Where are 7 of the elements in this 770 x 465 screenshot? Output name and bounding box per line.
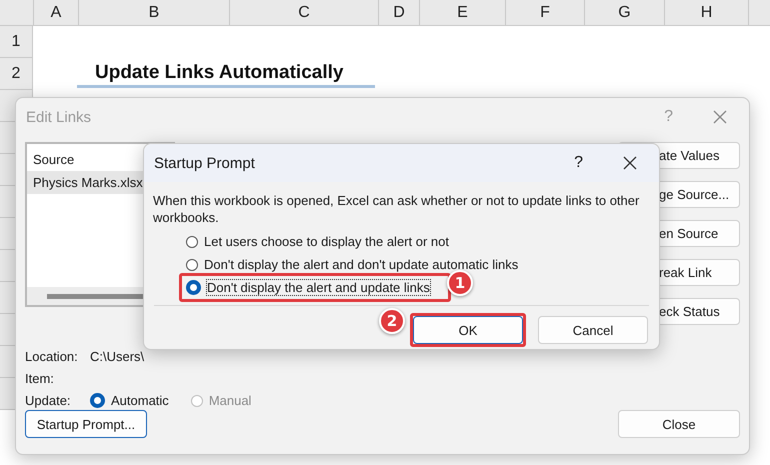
sheet-title: Update Links Automatically: [77, 58, 375, 88]
field-label: Location:: [25, 349, 79, 364]
field-label: Update:: [25, 393, 72, 408]
field-label: Item:: [25, 371, 55, 386]
dialog-title: Startup Prompt: [154, 154, 255, 172]
dialog-title: Edit Links: [26, 108, 92, 126]
location-path: C:\Users\: [90, 349, 144, 364]
